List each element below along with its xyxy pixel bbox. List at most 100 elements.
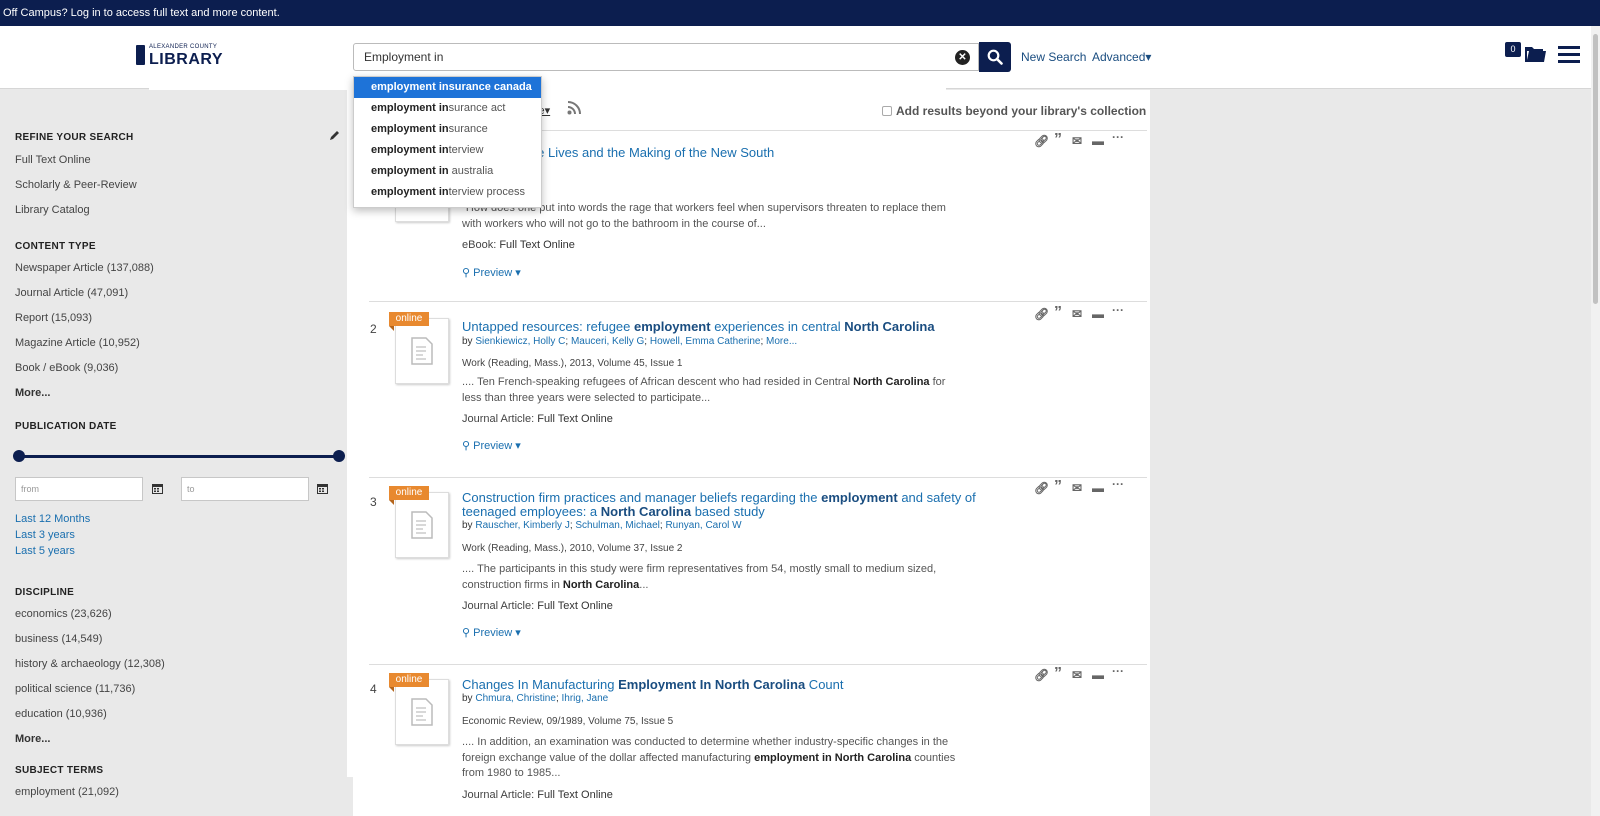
refine-item[interactable]: Full Text Online [15, 154, 91, 166]
hamburger-menu-icon[interactable] [1558, 46, 1580, 63]
cite-icon[interactable]: ” [1054, 304, 1062, 322]
off-campus-banner[interactable]: Off Campus? Log in to access full text a… [0, 0, 1600, 26]
author-link[interactable]: Runyan, Carol W [665, 520, 741, 531]
full-text-link[interactable]: Full Text Online [537, 789, 613, 801]
folder-count-badge: 0 [1505, 42, 1521, 57]
result-tools: 🔗︎ ” ✉ ▬ ··· [1034, 477, 1134, 496]
facet-item[interactable]: Journal Article (47,091) [15, 287, 128, 299]
content-more-link[interactable]: More... [15, 387, 50, 399]
more-authors-link[interactable]: More... [766, 336, 797, 347]
new-search-link[interactable]: New Search [1021, 50, 1086, 64]
facet-item[interactable]: employment (21,092) [15, 786, 119, 798]
date-slider-start-handle[interactable] [13, 450, 25, 462]
full-text-link[interactable]: Full Text Online [537, 413, 613, 425]
clear-search-icon[interactable]: ✕ [955, 50, 970, 65]
folder-icon[interactable] [1525, 46, 1546, 62]
email-icon[interactable]: ✉ [1072, 481, 1082, 495]
link-icon[interactable]: 🔗︎ [1034, 307, 1049, 321]
suggestion-item[interactable]: employment insurance act [354, 98, 541, 119]
subject-terms-heading: SUBJECT TERMS [15, 765, 104, 776]
author-link[interactable]: Mauceri, Kelly G [571, 336, 644, 347]
date-slider-end-handle[interactable] [333, 450, 345, 462]
suggestion-item[interactable]: employment insurance canada [354, 77, 541, 98]
result-title[interactable]: Untapped resources: refugee employment e… [462, 320, 982, 334]
calendar-icon[interactable] [152, 483, 163, 494]
link-icon[interactable]: 🔗︎ [1034, 668, 1049, 682]
date-slider-track[interactable] [18, 455, 340, 458]
refine-item[interactable]: Scholarly & Peer-Review [15, 179, 137, 191]
suggestion-item[interactable]: employment in australia [354, 161, 541, 182]
facet-item[interactable]: Report (15,093) [15, 312, 92, 324]
save-folder-icon[interactable]: ▬ [1092, 134, 1104, 148]
result-thumbnail[interactable] [395, 318, 449, 384]
email-icon[interactable]: ✉ [1072, 134, 1082, 148]
facet-item[interactable]: business (14,549) [15, 633, 102, 645]
scrollbar-thumb[interactable] [1593, 34, 1598, 304]
date-from-input[interactable]: from [15, 477, 143, 501]
facet-item[interactable]: economics (23,626) [15, 608, 112, 620]
magnify-icon: ⚲ [462, 440, 471, 452]
discipline-heading: DISCIPLINE [15, 587, 75, 598]
library-logo[interactable]: ALEXANDER COUNTY LIBRARY [136, 44, 946, 777]
search-button[interactable] [979, 42, 1011, 72]
facet-item[interactable]: Book / eBook (9,036) [15, 362, 118, 374]
preview-toggle[interactable]: ⚲ Preview ▾ [462, 266, 521, 279]
pencil-icon[interactable] [329, 130, 340, 141]
search-input[interactable] [354, 44, 934, 70]
more-actions-icon[interactable]: ··· [1112, 477, 1124, 491]
full-text-link[interactable]: Full Text Online [499, 239, 575, 251]
more-actions-icon[interactable]: ··· [1112, 130, 1124, 144]
suggestion-item[interactable]: employment insurance [354, 119, 541, 140]
date-last-12-months[interactable]: Last 12 Months [15, 513, 90, 525]
refine-item[interactable]: Library Catalog [15, 204, 90, 216]
result-title[interactable]: Construction firm practices and manager … [462, 491, 982, 519]
date-last-3-years[interactable]: Last 3 years [15, 529, 75, 541]
more-actions-icon[interactable]: ··· [1112, 303, 1124, 317]
facet-item[interactable]: history & archaeology (12,308) [15, 658, 165, 670]
full-text-link[interactable]: Full Text Online [537, 600, 613, 612]
suggestion-item[interactable]: employment interview [354, 140, 541, 161]
cite-icon[interactable]: ” [1054, 478, 1062, 496]
add-beyond-collection-checkbox[interactable]: Add results beyond your library's collec… [882, 104, 1146, 118]
result-thumbnail[interactable] [395, 492, 449, 558]
author-link[interactable]: Howell, Emma Catherine [650, 336, 761, 347]
cite-icon[interactable]: ” [1054, 665, 1062, 683]
calendar-icon[interactable] [317, 483, 328, 494]
facet-item[interactable]: Magazine Article (10,952) [15, 337, 140, 349]
result-thumbnail[interactable] [395, 679, 449, 745]
date-to-input[interactable]: to [181, 477, 309, 501]
save-folder-icon[interactable]: ▬ [1092, 307, 1104, 321]
cite-icon[interactable]: ” [1054, 131, 1062, 149]
preview-toggle[interactable]: ⚲ Preview ▾ [462, 439, 521, 452]
online-badge: online [389, 486, 429, 505]
email-icon[interactable]: ✉ [1072, 307, 1082, 321]
author-link[interactable]: Ihrig, Jane [562, 693, 609, 704]
more-actions-icon[interactable]: ··· [1112, 664, 1124, 678]
result-title[interactable]: Changes In Manufacturing Employment In N… [462, 678, 982, 692]
page-scrollbar[interactable] [1591, 26, 1600, 816]
autocomplete-dropdown: employment insurance canada employment i… [353, 76, 542, 208]
result-tools: 🔗︎ ” ✉ ▬ ··· [1034, 303, 1134, 322]
email-icon[interactable]: ✉ [1072, 668, 1082, 682]
author-link[interactable]: Schulman, Michael [575, 520, 659, 531]
facet-item[interactable]: political science (11,736) [15, 683, 135, 695]
online-badge: online [389, 312, 429, 331]
author-link[interactable]: Chmura, Christine [475, 693, 556, 704]
link-icon[interactable]: 🔗︎ [1034, 134, 1049, 148]
author-link[interactable]: Rauscher, Kimberly J [475, 520, 569, 531]
date-last-5-years[interactable]: Last 5 years [15, 545, 75, 557]
result-format: Journal Article: Full Text Online [462, 413, 613, 425]
checkbox[interactable] [882, 106, 892, 116]
facet-item[interactable]: education (10,936) [15, 708, 107, 720]
save-folder-icon[interactable]: ▬ [1092, 481, 1104, 495]
discipline-more-link[interactable]: More... [15, 733, 50, 745]
suggestion-item[interactable]: employment interview process [354, 182, 541, 203]
preview-toggle[interactable]: ⚲ Preview ▾ [462, 626, 521, 639]
advanced-search-link[interactable]: Advanced▾ [1092, 50, 1151, 64]
facet-item[interactable]: Newspaper Article (137,088) [15, 262, 154, 274]
rss-icon[interactable] [567, 101, 581, 115]
save-folder-icon[interactable]: ▬ [1092, 668, 1104, 682]
result-number: 4 [370, 682, 377, 696]
link-icon[interactable]: 🔗︎ [1034, 481, 1049, 495]
author-link[interactable]: Sienkiewicz, Holly C [475, 336, 565, 347]
